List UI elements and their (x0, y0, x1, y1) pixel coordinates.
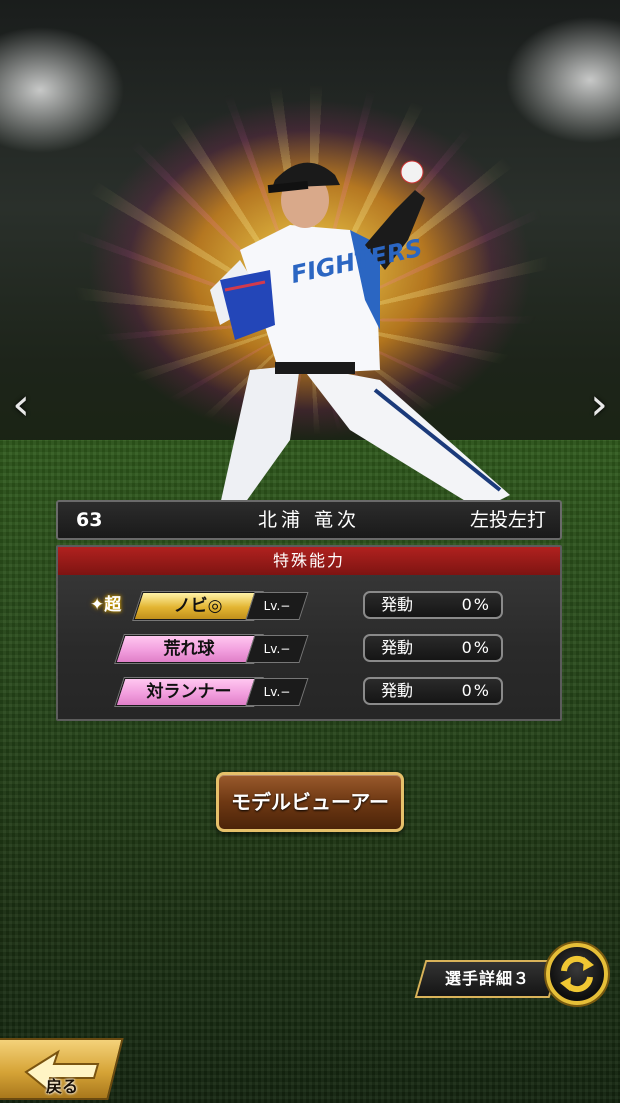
ability-row[interactable]: ✦超 ノビ◎ Lv.− 発動 0% (58, 590, 560, 620)
ability-level: Lv.− (245, 592, 309, 620)
super-badge: ✦超 (90, 595, 122, 615)
ability-row[interactable]: 対ランナー Lv.− 発動 0% (58, 676, 560, 706)
next-player-arrow[interactable]: › (584, 380, 614, 430)
ability-row[interactable]: 荒れ球 Lv.− 発動 0% (58, 633, 560, 663)
trigger-rate: 発動 0% (363, 677, 503, 705)
ability-label: 対ランナー (115, 678, 263, 706)
prev-player-arrow[interactable]: ‹ (6, 380, 36, 430)
swap-arrows-icon[interactable] (546, 943, 608, 1005)
ability-level: Lv.− (245, 678, 309, 706)
player-image: FIGHTERS (210, 160, 510, 510)
player-name-bar: 63 北浦 竜次 左投左打 (56, 500, 562, 540)
player-detail-button[interactable]: 選手詳細３ (414, 960, 561, 998)
trigger-rate: 発動 0% (363, 634, 503, 662)
ability-label: 荒れ球 (115, 635, 263, 663)
model-viewer-button[interactable]: モデルビューアー (216, 772, 404, 832)
ability-level: Lv.− (245, 635, 309, 663)
ability-label: ノビ◎ (133, 592, 263, 620)
special-ability-panel: 特殊能力 ✦超 ノビ◎ Lv.− 発動 0% 荒れ球 Lv.− 発動 0% 対ラ… (56, 545, 562, 721)
special-ability-header: 特殊能力 (58, 547, 560, 575)
back-label: 戻る (46, 1077, 79, 1096)
throw-bat-hand: 左投左打 (469, 509, 546, 531)
trigger-rate: 発動 0% (363, 591, 503, 619)
